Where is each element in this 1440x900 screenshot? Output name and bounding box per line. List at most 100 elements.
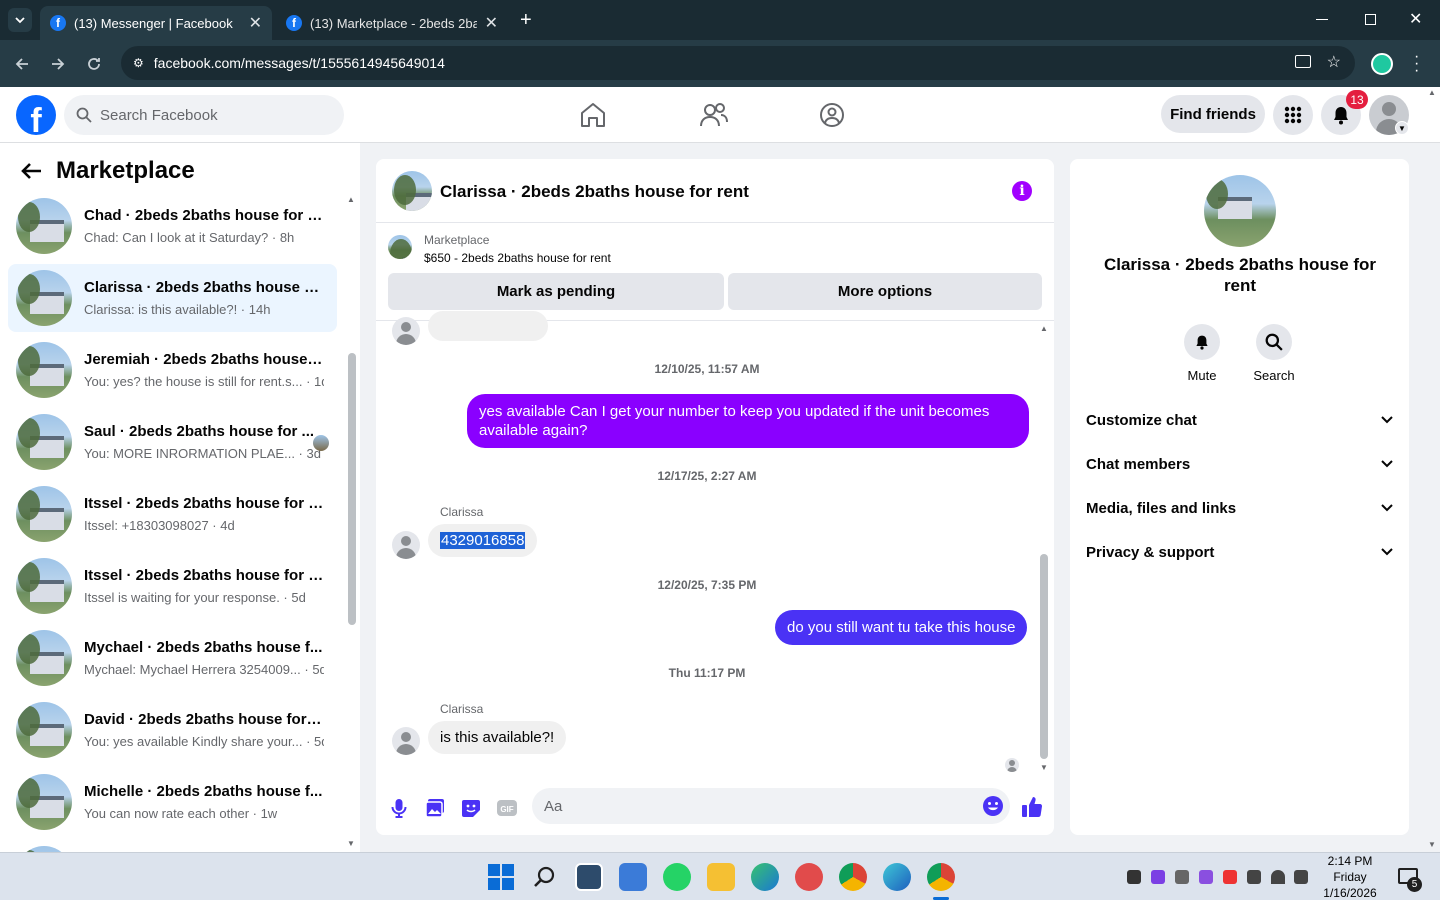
conversation-item[interactable]: Itssel · 2beds 2baths house for r... Itss… (8, 480, 337, 548)
url-field[interactable]: ⚙ facebook.com/messages/t/15556149456490… (121, 46, 1355, 80)
grid-icon (1284, 106, 1302, 124)
forward-button[interactable] (46, 52, 70, 76)
conversation-scrollbar[interactable] (348, 353, 356, 625)
incoming-message[interactable]: is this available?! (428, 721, 567, 754)
back-arrow-icon[interactable] (20, 162, 42, 180)
search-input[interactable]: Search Facebook (64, 95, 344, 135)
listing-title[interactable]: $650 - 2beds 2baths house for rent (424, 251, 611, 265)
notification-count-badge: 5 (1407, 877, 1422, 892)
browser-menu-icon[interactable]: · · · (1414, 49, 1419, 79)
conversation-item[interactable]: Michelle · 2beds 2baths house f... You ca… (8, 768, 337, 836)
reload-button[interactable] (82, 52, 106, 76)
bookmark-star-icon[interactable]: ☆ (1327, 52, 1341, 72)
back-button[interactable] (10, 52, 34, 76)
mark-as-pending-button[interactable]: Mark as pending (388, 273, 724, 310)
minimize-button[interactable] (1316, 19, 1328, 20)
page-scroll-down-arrow[interactable]: ▼ (1428, 840, 1436, 849)
battery-icon[interactable] (1247, 870, 1261, 884)
conversation-item[interactable]: Chad · 2beds 2baths house for r... Chad: … (8, 192, 337, 260)
scroll-down-arrow[interactable]: ▼ (347, 839, 355, 848)
wifi-icon[interactable] (1271, 870, 1285, 884)
conversation-item[interactable]: David · 2beds 2baths house for r... You: … (8, 696, 337, 764)
app-icon[interactable] (795, 863, 823, 891)
media-files-links-row[interactable]: Media, files and links (1086, 486, 1393, 530)
chrome-icon[interactable] (839, 863, 867, 891)
chat-scrollbar[interactable] (1040, 554, 1048, 759)
conversation-item[interactable]: Mychael · 2beds 2baths house f... Mychael… (8, 624, 337, 692)
tray-icon[interactable] (1151, 870, 1165, 884)
mute-button[interactable]: Mute (1172, 324, 1232, 383)
selected-phone-text[interactable]: 4329016858 (440, 532, 526, 549)
find-friends-button[interactable]: Find friends (1161, 95, 1265, 133)
listing-avatar (16, 630, 72, 686)
restore-button[interactable] (1365, 14, 1376, 25)
close-tab-icon[interactable]: ✕ (485, 13, 498, 33)
install-app-icon[interactable] (1295, 55, 1311, 68)
logo-letter: f (30, 102, 42, 135)
notification-badge: 13 (1346, 90, 1368, 109)
scroll-up-arrow[interactable]: ▲ (347, 195, 355, 204)
chat-members-row[interactable]: Chat members (1086, 442, 1393, 486)
new-tab-button[interactable]: + (520, 10, 532, 30)
conversation-item[interactable]: Jeremiah · 2beds 2baths house f... You: y… (8, 336, 337, 404)
profile-extension-icon[interactable] (1371, 53, 1393, 75)
chat-avatar[interactable] (392, 171, 432, 211)
edge-beta-icon[interactable] (883, 863, 911, 891)
conversation-text: Itssel · 2beds 2baths house for r... Itss… (84, 495, 324, 533)
outgoing-message[interactable]: yes available Can I get your number to k… (467, 394, 1029, 448)
tab-list-button[interactable] (8, 8, 32, 32)
facebook-logo-icon[interactable]: f (16, 95, 56, 135)
details-avatar[interactable] (1204, 175, 1276, 247)
page-scroll-up-arrow[interactable]: ▲ (1428, 88, 1436, 97)
gif-icon[interactable]: GIF (496, 797, 518, 819)
listing-thumbnail[interactable] (388, 235, 412, 259)
tray-icon[interactable] (1175, 870, 1189, 884)
more-options-button[interactable]: More options (728, 273, 1042, 310)
listing-avatar (16, 342, 72, 398)
close-tab-icon[interactable]: ✕ (249, 13, 262, 33)
whatsapp-icon[interactable] (663, 863, 691, 891)
sticker-icon[interactable] (460, 797, 482, 819)
conversation-item[interactable]: Saul · 2beds 2baths house for ... You: MO… (8, 408, 337, 476)
info-icon[interactable]: i (1012, 181, 1032, 201)
edge-icon[interactable] (751, 863, 779, 891)
emoji-icon[interactable] (982, 795, 1004, 817)
incoming-message[interactable]: 4329016858 (428, 524, 538, 557)
microphone-icon[interactable] (388, 797, 410, 819)
conversation-item-partial[interactable] (8, 840, 337, 852)
search-in-chat-button[interactable]: Search (1244, 324, 1304, 383)
tray-icon[interactable] (1223, 870, 1237, 884)
start-windows-icon[interactable] (487, 863, 515, 891)
chat-scroll-up-arrow[interactable]: ▲ (1040, 324, 1048, 333)
chat-scroll-down-arrow[interactable]: ▼ (1040, 763, 1048, 772)
chrome-active-icon[interactable] (927, 863, 955, 891)
site-info-icon[interactable]: ⚙ (133, 56, 144, 70)
tab-marketplace[interactable]: f (13) Marketplace - 2beds 2baths ✕ (276, 6, 508, 40)
customize-chat-row[interactable]: Customize chat (1086, 398, 1393, 442)
groups-icon[interactable] (815, 99, 849, 131)
account-chevron-icon[interactable]: ▼ (1395, 121, 1409, 135)
thumbs-up-icon[interactable] (1020, 795, 1043, 818)
volume-icon[interactable] (1294, 870, 1308, 884)
friends-icon[interactable] (696, 99, 730, 131)
search-icon[interactable] (531, 863, 559, 891)
tab-messenger[interactable]: f (13) Messenger | Facebook ✕ (40, 6, 272, 40)
widgets-icon[interactable] (575, 863, 603, 891)
menu-grid-button[interactable] (1273, 95, 1313, 135)
store-icon[interactable] (619, 863, 647, 891)
conversation-item[interactable]: Itssel · 2beds 2baths house for r... Itss… (8, 552, 337, 620)
clock[interactable]: 2:14 PM Friday 1/16/2026 (1318, 853, 1382, 900)
file-explorer-icon[interactable] (707, 863, 735, 891)
conversation-item[interactable]: Clarissa · 2beds 2baths house fo... Clari… (8, 264, 337, 332)
close-window-button[interactable]: ✕ (1409, 9, 1422, 29)
contact-avatar[interactable] (392, 531, 420, 559)
tray-icon[interactable] (1127, 870, 1141, 884)
contact-avatar[interactable] (392, 727, 420, 755)
message-input[interactable]: Aa (532, 788, 1010, 824)
privacy-support-row[interactable]: Privacy & support (1086, 530, 1393, 574)
home-icon[interactable] (576, 99, 610, 131)
chat-title[interactable]: Clarissa · 2beds 2baths house for rent (440, 182, 749, 202)
photo-icon[interactable] (424, 797, 446, 819)
outgoing-message[interactable]: do you still want tu take this house (775, 610, 1028, 645)
tray-icon[interactable] (1199, 870, 1213, 884)
